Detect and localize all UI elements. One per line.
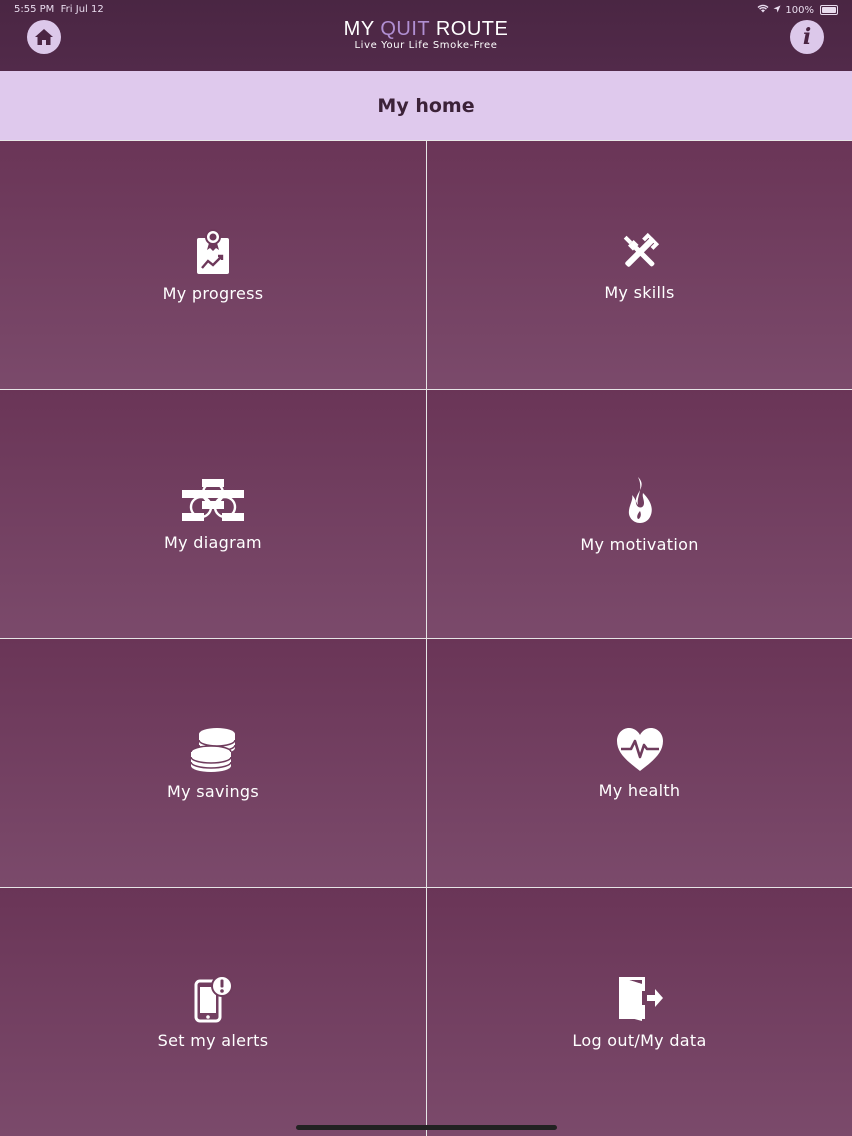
status-bar: 5:55 PM Fri Jul 12 100% — [0, 0, 852, 20]
tile-my-diagram[interactable]: My diagram — [0, 389, 426, 638]
tools-icon — [623, 232, 659, 267]
info-icon: i — [802, 24, 812, 50]
exit-door-icon — [618, 976, 663, 1021]
tile-log-out-my-data[interactable]: Log out/My data — [426, 887, 852, 1136]
tile-label: Set my alerts — [157, 1030, 269, 1050]
phone-alert-icon — [194, 974, 233, 1022]
status-indicators: 100% — [757, 4, 838, 16]
status-time: 5:55 PM — [14, 4, 55, 15]
tile-set-my-alerts[interactable]: Set my alerts — [0, 887, 426, 1136]
tile-label: My health — [598, 780, 681, 800]
flame-icon — [628, 476, 652, 523]
location-icon — [773, 5, 781, 16]
tile-my-savings[interactable]: My savings — [0, 638, 426, 887]
app-title: MY QUIT ROUTE — [0, 18, 852, 40]
app-title-part1: MY — [343, 18, 381, 40]
battery-icon — [820, 5, 838, 15]
wifi-icon — [757, 4, 769, 16]
tile-label: My progress — [162, 283, 264, 303]
tile-label: Log out/My data — [572, 1030, 707, 1050]
tile-my-skills[interactable]: My skills — [426, 140, 852, 389]
heart-pulse-icon — [616, 727, 663, 771]
home-indicator[interactable] — [296, 1125, 557, 1130]
page-title: My home — [377, 94, 475, 117]
tile-label: My diagram — [164, 532, 262, 552]
progress-report-icon — [197, 228, 229, 274]
app-header: 5:55 PM Fri Jul 12 100% MY QUIT ROUTE Li… — [0, 0, 852, 71]
tile-my-progress[interactable]: My progress — [0, 140, 426, 389]
diagram-icon — [182, 478, 244, 521]
home-menu-grid: My progress My skills My diagram My moti… — [0, 140, 852, 1136]
app-title-accent: QUIT — [380, 18, 430, 40]
app-title-part3: ROUTE — [429, 18, 509, 40]
tile-my-health[interactable]: My health — [426, 638, 852, 887]
battery-percent: 100% — [785, 4, 814, 16]
status-date: Fri Jul 12 — [60, 4, 104, 15]
app-brand: MY QUIT ROUTE Live Your Life Smoke-Free — [0, 18, 852, 51]
tile-label: My motivation — [580, 534, 699, 554]
tile-label: My savings — [166, 781, 260, 801]
app-tagline: Live Your Life Smoke-Free — [354, 40, 498, 51]
tile-label: My skills — [604, 282, 675, 302]
page-title-bar: My home — [0, 71, 852, 140]
status-time-date: 5:55 PM Fri Jul 12 — [14, 4, 104, 15]
coins-icon — [190, 727, 236, 772]
info-button[interactable]: i — [790, 20, 824, 54]
tile-my-motivation[interactable]: My motivation — [426, 389, 852, 638]
